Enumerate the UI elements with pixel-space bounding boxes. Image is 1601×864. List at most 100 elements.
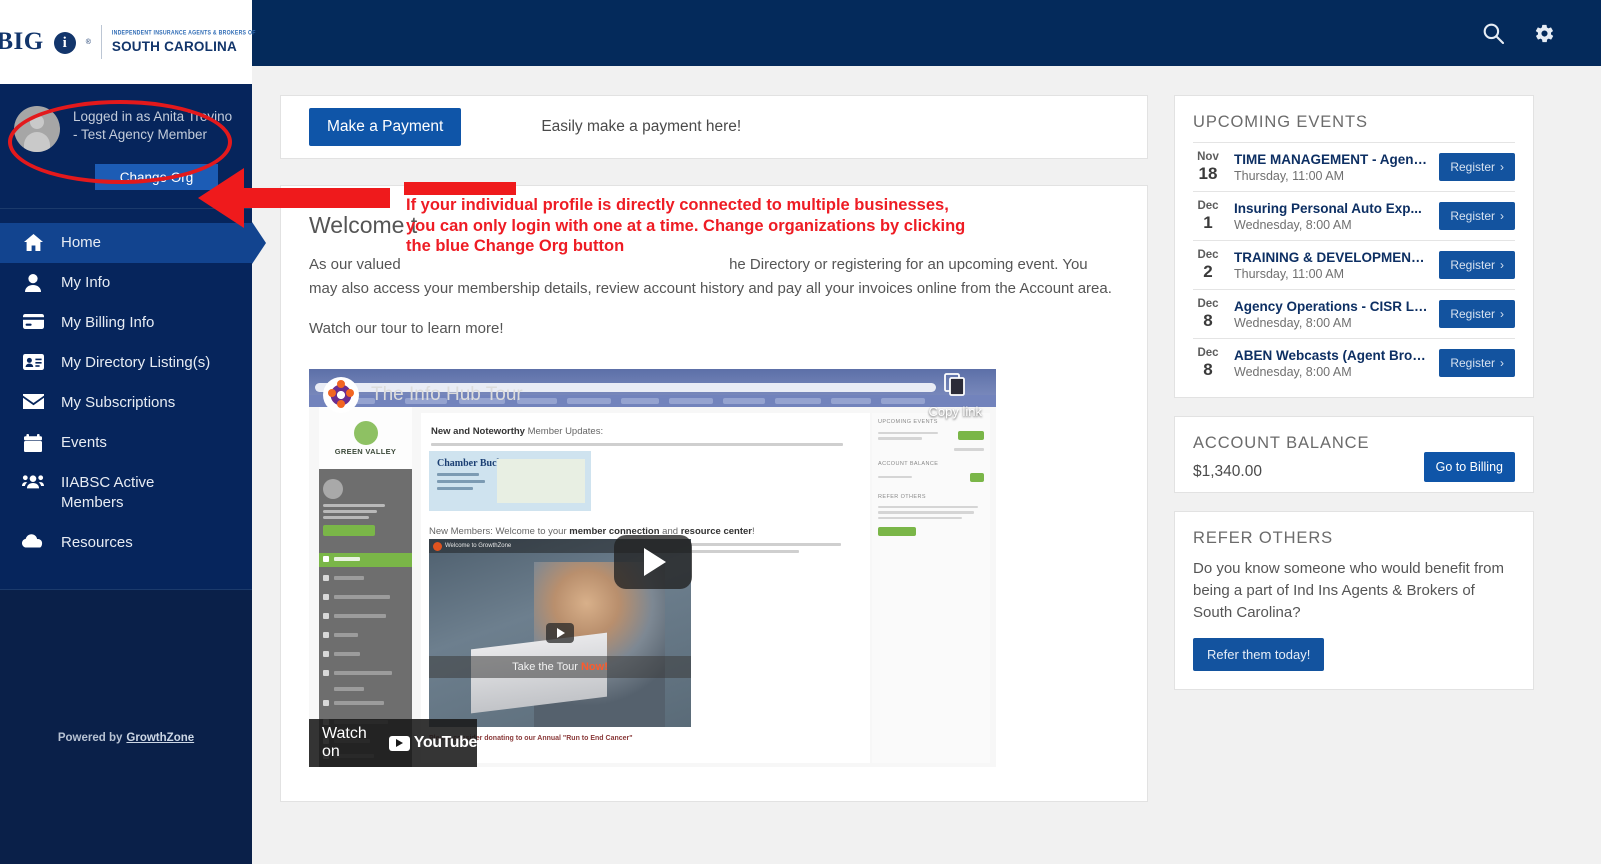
event-date: Dec 1	[1193, 200, 1223, 232]
event-name[interactable]: Insuring Personal Auto Exp...	[1234, 201, 1428, 216]
video-inner-heading-rest: Member Updates:	[524, 426, 604, 437]
account-balance-title: ACCOUNT BALANCE	[1193, 434, 1370, 452]
event-when: Wednesday, 8:00 AM	[1234, 315, 1352, 330]
video-inner-clip-topbar: Welcome to GrowthZone	[445, 543, 512, 549]
refer-others-panel: REFER OTHERS Do you know someone who wou…	[1174, 511, 1534, 690]
event-info: TRAINING & DEVELOPMENT ... Thursday, 11:…	[1234, 250, 1428, 281]
event-when: Wednesday, 8:00 AM	[1234, 364, 1352, 379]
refer-them-today-button[interactable]: Refer them today!	[1193, 638, 1325, 671]
register-button[interactable]: Register ›	[1439, 153, 1515, 181]
main-content: Make a Payment Easily make a payment her…	[252, 66, 1601, 864]
event-when: Thursday, 11:00 AM	[1234, 266, 1345, 281]
payment-hint-text: Easily make a payment here!	[541, 118, 742, 135]
event-row: Dec 2 TRAINING & DEVELOPMENT ... Thursda…	[1193, 240, 1515, 289]
sidebar-item-my-billing-info[interactable]: My Billing Info	[0, 303, 252, 343]
event-info: Agency Operations - CISR Li... Wednesday…	[1234, 299, 1428, 330]
event-name[interactable]: TIME MANAGEMENT - Agenc...	[1234, 152, 1428, 167]
video-inner-members-pre: New Members: Welcome to your	[429, 526, 570, 537]
video-inner-members-bold2: resource center	[680, 526, 752, 537]
sidebar-item-iiabsc-active-members[interactable]: IIABSC Active Members	[0, 463, 252, 523]
search-icon[interactable]	[1483, 23, 1504, 44]
watch-on-label: Watch on	[322, 725, 367, 760]
event-name[interactable]: Agency Operations - CISR Li...	[1234, 299, 1428, 314]
welcome-line1-left: As our valued	[309, 256, 401, 273]
sidebar-item-my-info[interactable]: My Info	[0, 263, 252, 303]
sidebar-label-iiabsc-active-members: IIABSC Active Members	[61, 474, 155, 511]
chevron-right-icon: ›	[1500, 160, 1504, 174]
register-button[interactable]: Register ›	[1439, 202, 1515, 230]
upcoming-events-panel: UPCOMING EVENTS Nov 18 TIME MANAGEMENT -…	[1174, 95, 1534, 398]
event-month: Nov	[1197, 151, 1219, 163]
refer-others-title: REFER OTHERS	[1193, 529, 1334, 547]
account-balance-panel: ACCOUNT BALANCE $1,340.00 Go to Billing	[1174, 416, 1534, 493]
sidebar-label-resources: Resources	[61, 534, 133, 551]
copy-link-button[interactable]: Copy link	[929, 371, 982, 419]
event-month: Dec	[1197, 249, 1219, 261]
welcome-line3: invoices online from the Account area.	[858, 280, 1112, 297]
id-card-icon	[22, 353, 44, 370]
register-label: Register	[1450, 356, 1495, 370]
sidebar-label-my-subscriptions: My Subscriptions	[61, 394, 176, 411]
channel-avatar-icon	[323, 377, 359, 413]
make-a-payment-button[interactable]: Make a Payment	[309, 108, 462, 146]
avatar	[14, 106, 60, 152]
video-inner-members-end: !	[751, 526, 755, 537]
people-icon	[22, 473, 44, 489]
change-org-button[interactable]: Change Org	[95, 164, 218, 190]
sidebar-item-home[interactable]: Home	[0, 223, 252, 263]
sidebar-item-my-directory-listings[interactable]: My Directory Listing(s)	[0, 343, 252, 383]
event-date: Dec 8	[1193, 347, 1223, 379]
welcome-line1-right: he Directory or	[729, 256, 828, 273]
register-label: Register	[1450, 160, 1495, 174]
sidebar-item-events[interactable]: Events	[0, 423, 252, 463]
sidebar-nav: Home My Info My Billing Info My Director…	[0, 209, 252, 563]
event-row: Dec 8 Agency Operations - CISR Li... Wed…	[1193, 289, 1515, 338]
event-when: Wednesday, 8:00 AM	[1234, 217, 1352, 232]
video-inner-caption: Take the Tour	[512, 661, 578, 674]
envelope-icon	[22, 393, 44, 409]
upcoming-events-title: UPCOMING EVENTS	[1193, 113, 1368, 131]
register-label: Register	[1450, 307, 1495, 321]
event-day: 1	[1203, 213, 1213, 232]
sidebar-item-my-subscriptions[interactable]: My Subscriptions	[0, 383, 252, 423]
sidebar-footer: Powered by GrowthZone	[0, 732, 252, 864]
top-header	[252, 0, 1601, 66]
gear-icon[interactable]	[1534, 23, 1555, 44]
event-when: Thursday, 11:00 AM	[1234, 168, 1345, 183]
register-button[interactable]: Register ›	[1439, 251, 1515, 279]
youtube-logo-icon: YouTube	[388, 734, 478, 752]
account-balance-amount: $1,340.00	[1193, 463, 1262, 480]
brand-logo[interactable]: BIG i ® INDEPENDENT INSURANCE AGENTS & B…	[0, 0, 255, 84]
chevron-right-icon: ›	[1500, 307, 1504, 321]
sidebar-item-resources[interactable]: Resources	[0, 523, 252, 563]
sidebar: BIG i ® INDEPENDENT INSURANCE AGENTS & B…	[0, 0, 255, 864]
sidebar-label-my-directory-listings: My Directory Listing(s)	[61, 354, 211, 371]
youtube-label: YouTube	[413, 734, 478, 751]
sidebar-label-my-billing-info: My Billing Info	[61, 314, 155, 331]
logo-trademark: ®	[85, 38, 91, 46]
event-day: 8	[1203, 311, 1213, 330]
event-date: Dec 8	[1193, 298, 1223, 330]
video-inner-right-title-0: UPCOMING EVENTS	[878, 419, 938, 425]
growthzone-link[interactable]: GrowthZone	[126, 732, 194, 744]
register-button[interactable]: Register ›	[1439, 349, 1515, 377]
event-day: 2	[1203, 262, 1213, 281]
go-to-billing-button[interactable]: Go to Billing	[1423, 452, 1515, 482]
chevron-right-icon: ›	[1500, 356, 1504, 370]
register-button[interactable]: Register ›	[1439, 300, 1515, 328]
powered-by-label: Powered by	[57, 732, 123, 744]
refer-others-text: Do you know someone who would benefit fr…	[1193, 560, 1505, 621]
user-panel: Logged in as Anita Trevino - Test Agency…	[0, 84, 252, 209]
event-date: Nov 18	[1193, 151, 1223, 183]
video-player[interactable]: GREEN VALLEY New and Noteworthy Member U…	[309, 357, 996, 767]
logged-in-text: Logged in as Anita Trevino - Test Agency…	[73, 109, 233, 142]
event-name[interactable]: ABEN Webcasts (Agent Brok...	[1234, 348, 1428, 363]
event-row: Dec 8 ABEN Webcasts (Agent Brok... Wedne…	[1193, 338, 1515, 387]
left-column: Make a Payment Easily make a payment her…	[252, 95, 1148, 864]
video-title: The Info Hub Tour	[371, 384, 523, 405]
logo-big-text: BIG	[0, 28, 44, 55]
event-name[interactable]: TRAINING & DEVELOPMENT ...	[1234, 250, 1428, 265]
watch-on-youtube-button[interactable]: Watch on YouTube	[309, 719, 477, 767]
play-button-icon[interactable]	[613, 535, 692, 589]
welcome-card: Welcome t As our valued he Directory or …	[280, 185, 1148, 802]
